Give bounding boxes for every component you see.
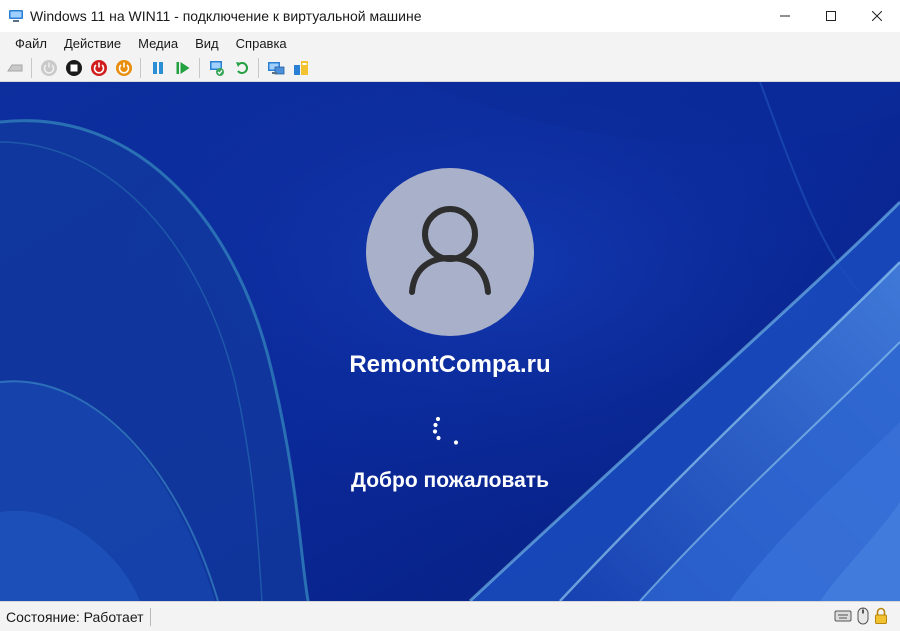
user-name: RemontCompa.ru <box>349 351 551 378</box>
save-icon[interactable] <box>113 57 135 79</box>
status-text: Состояние: Работает <box>6 608 144 625</box>
hyper-v-connection-icon[interactable] <box>8 8 24 24</box>
window-controls <box>762 0 900 32</box>
toolbar-separator <box>199 57 200 78</box>
toolbar-separator <box>140 57 141 78</box>
welcome-text: Добро пожаловать <box>351 469 549 492</box>
revert-icon[interactable] <box>231 57 253 79</box>
window-title: Windows 11 на WIN11 - подключение к вирт… <box>30 8 422 24</box>
title-bar: Windows 11 на WIN11 - подключение к вирт… <box>0 0 900 33</box>
enhanced-session-icon[interactable] <box>265 57 287 79</box>
menu-view[interactable]: Вид <box>187 36 227 51</box>
user-avatar <box>366 168 534 336</box>
vm-screen[interactable]: RemontCompa.ru Добро пожаловать <box>0 82 900 601</box>
pause-icon[interactable] <box>147 57 169 79</box>
mouse-icon <box>857 607 869 630</box>
menu-action[interactable]: Действие <box>56 36 129 51</box>
menu-bar: Файл Действие Медиа Вид Справка <box>0 32 900 54</box>
toolbar-separator <box>258 57 259 78</box>
status-separator <box>149 607 151 626</box>
start-icon[interactable] <box>38 57 60 79</box>
close-icon[interactable] <box>854 0 900 32</box>
checkpoint-icon[interactable] <box>206 57 228 79</box>
menu-help[interactable]: Справка <box>228 36 295 51</box>
lock-icon <box>874 607 888 630</box>
share-icon[interactable] <box>290 57 312 79</box>
toolbar-separator <box>31 57 32 78</box>
toolbar <box>0 54 900 82</box>
keyboard-icon <box>834 609 852 628</box>
ctrl-alt-del-icon[interactable] <box>4 57 26 79</box>
status-bar: Состояние: Работает <box>0 601 900 631</box>
wallpaper <box>0 82 900 601</box>
menu-media[interactable]: Медиа <box>130 36 186 51</box>
minimize-icon[interactable] <box>762 0 808 32</box>
resume-icon[interactable] <box>172 57 194 79</box>
turn-off-icon[interactable] <box>63 57 85 79</box>
user-avatar-icon <box>405 202 495 303</box>
shut-down-icon[interactable] <box>88 57 110 79</box>
menu-file[interactable]: Файл <box>7 36 55 51</box>
loading-spinner-icon <box>428 415 464 451</box>
status-icons <box>834 607 888 630</box>
maximize-icon[interactable] <box>808 0 854 32</box>
